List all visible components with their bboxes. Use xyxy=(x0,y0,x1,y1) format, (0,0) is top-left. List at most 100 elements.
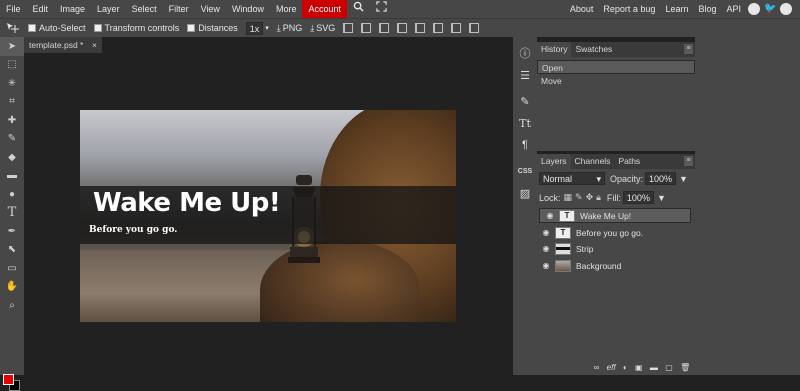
document-tab[interactable]: template.psd * × xyxy=(24,37,102,53)
fill-input[interactable]: 100% xyxy=(622,191,654,204)
zoom-select[interactable]: 1x ▾ xyxy=(245,21,269,35)
image-icon[interactable]: ▨ xyxy=(513,182,537,204)
path-select-icon[interactable]: ⬉ xyxy=(0,241,24,260)
auto-select-label: Auto-Select xyxy=(39,23,86,33)
menu-blog[interactable]: Blog xyxy=(693,0,721,18)
healing-brush-icon[interactable]: ✚ xyxy=(0,111,24,130)
align-middle-icon[interactable] xyxy=(415,23,426,33)
gradient-tool-icon[interactable]: ▬ xyxy=(0,167,24,186)
menu-view[interactable]: View xyxy=(195,0,226,18)
layers-panel-tabs: Layers Channels Paths xyxy=(537,154,695,169)
transform-controls-checkbox[interactable]: Transform controls xyxy=(93,23,179,33)
menu-report-bug[interactable]: Report a bug xyxy=(598,0,660,18)
brush-tool-icon[interactable]: ✎ xyxy=(0,130,24,149)
adjustment-icon[interactable]: ◐ xyxy=(623,363,628,372)
distribute-icon[interactable] xyxy=(451,23,462,33)
tab-layers[interactable]: Layers xyxy=(537,154,571,169)
move-tool-icon[interactable]: ➤ xyxy=(0,37,24,56)
tab-swatches[interactable]: Swatches xyxy=(571,42,616,57)
paragraph-icon[interactable]: ¶ xyxy=(513,134,537,156)
search-icon[interactable] xyxy=(347,0,370,18)
facebook-icon[interactable] xyxy=(780,3,792,15)
chevron-down-icon: ▾ xyxy=(265,25,269,32)
menu-filter[interactable]: Filter xyxy=(163,0,195,18)
distances-checkbox[interactable]: Distances xyxy=(187,23,238,33)
layer-row[interactable]: ◉ T Before you go go. xyxy=(539,225,691,240)
eye-icon[interactable]: ◉ xyxy=(541,228,551,237)
twitter-icon[interactable]: 🐦 xyxy=(764,3,776,15)
menu-about[interactable]: About xyxy=(565,0,599,18)
panel-menu-icon[interactable]: ≡ xyxy=(684,156,693,166)
panel-menu-icon[interactable]: ≡ xyxy=(684,44,693,54)
export-svg-button[interactable]: ⤓ SVG xyxy=(310,23,335,34)
marquee-tool-icon[interactable]: ⬚ xyxy=(0,56,24,75)
menu-api[interactable]: API xyxy=(721,0,746,18)
opacity-input[interactable]: 100% xyxy=(645,172,677,185)
layer-row[interactable]: ◉ Strip xyxy=(539,241,691,256)
align-center-h-icon[interactable] xyxy=(361,23,372,33)
history-item[interactable]: Open xyxy=(537,60,695,74)
lock-pixels-icon[interactable]: ▦ xyxy=(564,192,573,203)
adjustments-icon[interactable]: ☰ xyxy=(513,64,537,86)
layer-row[interactable]: ◉ Background xyxy=(539,258,691,273)
eye-icon[interactable]: ◉ xyxy=(545,210,555,222)
magic-wand-icon[interactable]: ✳ xyxy=(0,74,24,93)
menu-layer[interactable]: Layer xyxy=(91,0,126,18)
align-bottom-icon[interactable] xyxy=(433,23,444,33)
options-bar: Auto-Select Transform controls Distances… xyxy=(0,18,800,37)
tab-paths[interactable]: Paths xyxy=(614,154,644,169)
effects-icon[interactable]: eff xyxy=(607,363,616,372)
rectangle-tool-icon[interactable]: ▭ xyxy=(0,259,24,278)
fullscreen-icon[interactable] xyxy=(370,0,393,18)
menu-window[interactable]: Window xyxy=(226,0,270,18)
opacity-dropdown-icon[interactable]: ▼ xyxy=(679,174,688,184)
link-icon[interactable]: ∞ xyxy=(594,363,600,372)
brush-settings-icon[interactable]: ✎ xyxy=(513,90,537,112)
zoom-tool-icon[interactable]: ⌕ xyxy=(0,296,24,315)
css-icon[interactable]: CSS xyxy=(513,160,537,182)
info-icon[interactable]: ⓘ xyxy=(513,42,537,64)
tab-history[interactable]: History xyxy=(537,42,572,57)
layer-row[interactable]: ◉ T Wake Me Up! xyxy=(539,208,691,223)
hand-tool-icon[interactable]: ✋ xyxy=(0,278,24,297)
distribute-v-icon[interactable] xyxy=(469,23,480,33)
distances-box[interactable] xyxy=(187,24,196,32)
menu-more[interactable]: More xyxy=(270,0,303,18)
eraser-tool-icon[interactable]: ◆ xyxy=(0,148,24,167)
mask-icon[interactable]: ▣ xyxy=(635,363,643,372)
align-top-icon[interactable] xyxy=(397,23,408,33)
align-right-icon[interactable] xyxy=(379,23,390,33)
new-layer-icon[interactable]: ▢ xyxy=(665,363,673,372)
tab-channels[interactable]: Channels xyxy=(571,154,615,169)
crop-tool-icon[interactable]: ⌗ xyxy=(0,93,24,112)
png-label: PNG xyxy=(282,23,303,33)
pen-tool-icon[interactable]: ✒ xyxy=(0,222,24,241)
export-png-button[interactable]: ⤓ PNG xyxy=(277,23,303,34)
reddit-icon[interactable] xyxy=(748,3,760,15)
menu-image[interactable]: Image xyxy=(54,0,91,18)
auto-select-box[interactable] xyxy=(28,24,36,32)
eye-icon[interactable]: ◉ xyxy=(541,244,551,253)
lock-paint-icon[interactable]: ✎ xyxy=(575,192,583,203)
fill-dropdown-icon[interactable]: ▼ xyxy=(657,193,666,203)
lock-all-icon[interactable]: 🔒︎ xyxy=(596,192,601,203)
delete-icon[interactable]: 🗑︎ xyxy=(680,363,690,372)
dodge-tool-icon[interactable]: ● xyxy=(0,185,24,204)
lock-move-icon[interactable]: ✥ xyxy=(586,192,594,203)
character-icon[interactable]: Tt xyxy=(513,112,537,134)
history-item[interactable]: Move xyxy=(537,74,695,88)
blend-mode-select[interactable]: Normal ▾ xyxy=(539,172,605,185)
text-tool-icon[interactable]: T xyxy=(0,204,24,223)
menu-file[interactable]: File xyxy=(0,0,27,18)
menu-edit[interactable]: Edit xyxy=(27,0,55,18)
menu-learn[interactable]: Learn xyxy=(660,0,693,18)
close-icon[interactable]: × xyxy=(92,37,97,53)
eye-icon[interactable]: ◉ xyxy=(541,261,551,270)
align-left-icon[interactable] xyxy=(343,23,354,33)
menu-select[interactable]: Select xyxy=(126,0,163,18)
menu-account[interactable]: Account xyxy=(302,0,347,18)
transform-controls-box[interactable] xyxy=(93,24,102,32)
folder-icon[interactable]: ▬ xyxy=(650,363,658,372)
auto-select-checkbox[interactable]: Auto-Select xyxy=(28,23,86,33)
foreground-color-swatch[interactable] xyxy=(3,374,14,385)
